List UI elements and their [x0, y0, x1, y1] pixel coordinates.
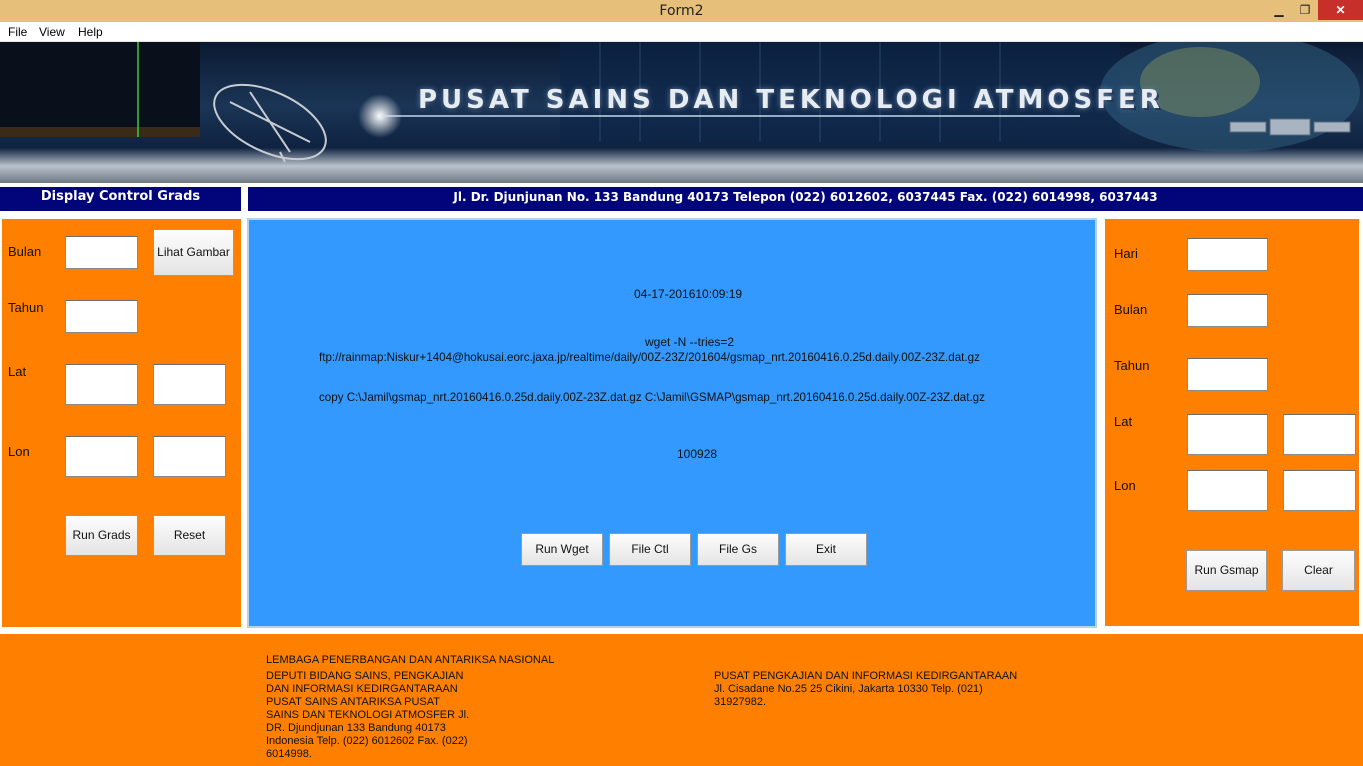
bulan-label: Bulan: [1114, 302, 1148, 317]
clear-button[interactable]: Clear: [1282, 550, 1355, 591]
lat-label: Lat: [1114, 414, 1133, 429]
menu-view[interactable]: View: [39, 25, 65, 39]
footer-address-line: Indonesia Telp. (022) 6012602 Fax. (022): [266, 735, 468, 747]
lat-min-input[interactable]: [1187, 414, 1268, 455]
tahun-input[interactable]: [1187, 358, 1268, 391]
footer-address-line: DR. Djundjunan 133 Bandung 40173: [266, 722, 446, 734]
close-button[interactable]: ✕: [1318, 0, 1363, 20]
menu-file[interactable]: File: [8, 25, 27, 39]
footer-address-line: 6014998.: [266, 748, 312, 760]
lon-min-input[interactable]: [65, 436, 138, 477]
footer-address-line: DEPUTI BIDANG SAINS, PENGKAJIAN: [266, 670, 464, 682]
datetime-text: 04-17-201610:09:19: [634, 287, 743, 301]
banner-image: PUSAT SAINS DAN TEKNOLOGI ATMOSFER: [0, 42, 1363, 183]
tahun-input[interactable]: [65, 300, 138, 333]
bulan-label: Bulan: [8, 244, 42, 259]
reset-button[interactable]: Reset: [153, 515, 226, 556]
footer-address-line: PUSAT SAINS ANTARIKSA PUSAT: [266, 696, 441, 708]
lat-label: Lat: [8, 364, 27, 379]
lon-max-input[interactable]: [153, 436, 226, 477]
lon-label: Lon: [1114, 478, 1136, 493]
footer-center-title: PUSAT PENGKAJIAN DAN INFORMASI KEDIRGANT…: [714, 670, 1018, 682]
display-control-panel: Bulan Lihat Gambar Tahun Lat Lon Run Gra…: [0, 217, 243, 629]
run-wget-button[interactable]: Run Wget: [521, 533, 603, 566]
bulan-input[interactable]: [65, 236, 138, 269]
hari-input[interactable]: [1187, 238, 1268, 271]
file-gs-button[interactable]: File Gs: [697, 533, 779, 566]
run-gsmap-button[interactable]: Run Gsmap: [1186, 550, 1267, 591]
tahun-label: Tahun: [8, 300, 44, 315]
footer-panel: LEMBAGA PENERBANGAN DAN ANTARIKSA NASION…: [0, 632, 1363, 766]
menu-help[interactable]: Help: [78, 25, 103, 39]
minimize-button[interactable]: ▁: [1266, 0, 1292, 20]
tahun-label: Tahun: [1114, 358, 1150, 373]
lon-label: Lon: [8, 444, 30, 459]
wget-command-line1: wget -N --tries=2: [645, 335, 735, 349]
footer-center-address: Jl. Cisadane No.25 25 Cikini, Jakarta 10…: [714, 683, 983, 695]
lon-min-input[interactable]: [1187, 470, 1268, 511]
exit-button[interactable]: Exit: [785, 533, 867, 566]
file-ctl-button[interactable]: File Ctl: [609, 533, 691, 566]
footer-center-address: 31927982.: [714, 696, 766, 708]
run-grads-button[interactable]: Run Grads: [65, 515, 138, 556]
lat-max-input[interactable]: [1283, 414, 1356, 455]
footer-address-line: SAINS DAN TEKNOLOGI ATMOSFER Jl.: [266, 709, 470, 721]
footer-institution-title: LEMBAGA PENERBANGAN DAN ANTARIKSA NASION…: [266, 654, 555, 666]
lon-max-input[interactable]: [1283, 470, 1356, 511]
lat-min-input[interactable]: [65, 364, 138, 405]
lihat-gambar-button[interactable]: Lihat Gambar: [153, 229, 234, 276]
footer-address-line: DAN INFORMASI KEDIRGANTARAAN: [266, 683, 458, 695]
title-bar: Form2 ▁ ❐ ✕: [0, 0, 1363, 22]
menu-bar: File View Help: [0, 22, 1363, 42]
address-header: Jl. Dr. Djunjunan No. 133 Bandung 40173 …: [248, 187, 1363, 211]
hari-label: Hari: [1114, 246, 1138, 261]
maximize-button[interactable]: ❐: [1292, 0, 1318, 20]
lat-max-input[interactable]: [153, 364, 226, 405]
window-title: Form2: [659, 3, 704, 19]
display-control-header: Display Control Grads: [0, 187, 241, 211]
size-value-text: 100928: [677, 447, 718, 461]
copy-command-text: copy C:\Jamil\gsmap_nrt.20160416.0.25d.d…: [319, 391, 985, 404]
banner-title: PUSAT SAINS DAN TEKNOLOGI ATMOSFER: [418, 85, 1164, 115]
output-panel: 04-17-201610:09:19 wget -N --tries=2 ftp…: [247, 218, 1097, 628]
wget-command-line2: ftp://rainmap:Niskur+1404@hokusai.eorc.j…: [319, 351, 980, 364]
bulan-input[interactable]: [1187, 294, 1268, 327]
gsmap-panel: Hari Bulan Tahun Lat Lon Run Gsmap Clear: [1103, 217, 1361, 628]
